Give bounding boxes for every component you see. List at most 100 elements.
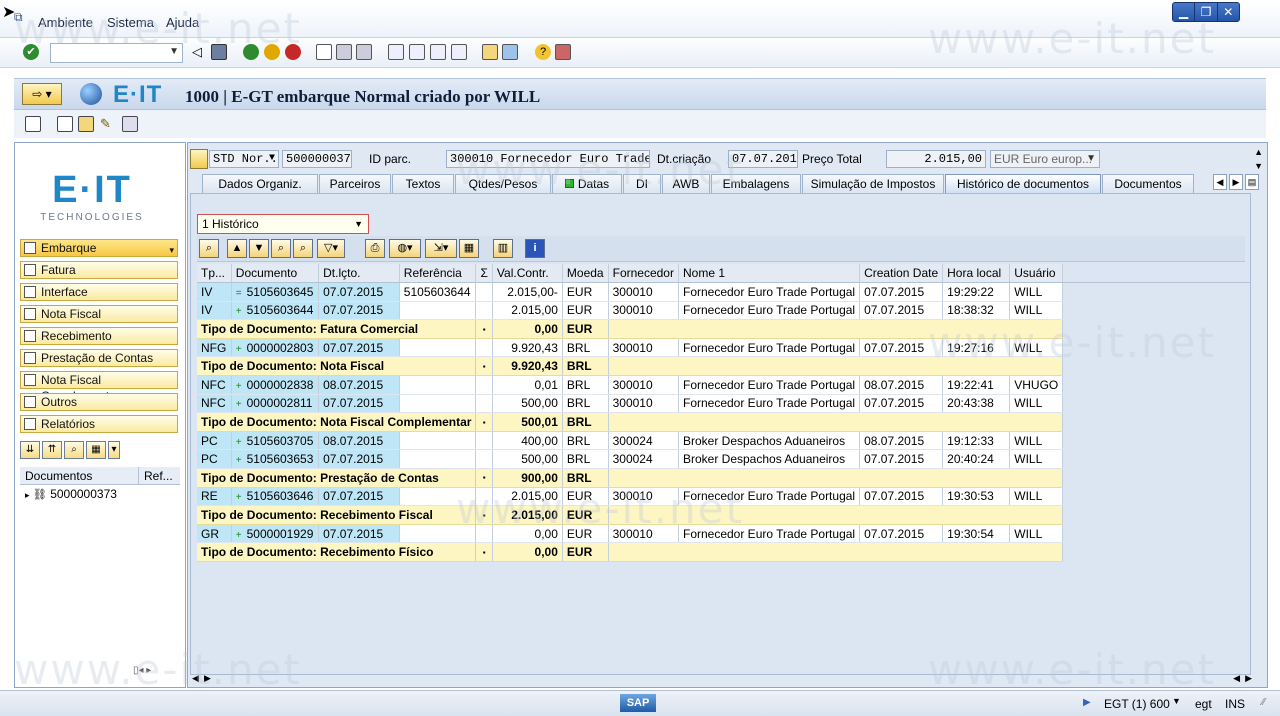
cell-documento[interactable]: +5105603653 [231,449,320,470]
cell-documento[interactable]: = 5105603645 [231,282,320,302]
cell-fornecedor[interactable]: 300024 [608,449,679,470]
save-icon[interactable] [211,44,227,60]
cell-usuario[interactable]: WILL [1009,431,1064,451]
scroll-left-icon[interactable]: ◀ [192,673,199,684]
new-document-icon[interactable] [57,116,73,132]
tab-documentos[interactable]: Documentos [1102,174,1194,193]
find-icon[interactable] [336,44,352,60]
document-number-field[interactable]: 5000000373 [282,150,352,168]
cell-usuario[interactable]: WILL [1009,449,1064,470]
nav-nota-fiscal-complementar[interactable]: Nota Fiscal Complementar [20,371,178,403]
preco-total-field[interactable]: 2.015,00 [886,150,986,168]
cell-val-contr[interactable]: 0,00 [492,524,563,544]
new-session-icon[interactable] [482,44,498,60]
tab-textos[interactable]: Textos [392,174,454,193]
col-usuario[interactable]: Usuário [1009,264,1064,284]
col-hora-local[interactable]: Hora local [942,264,1011,284]
layout-icon[interactable]: ▦ [459,239,479,258]
chevron-down-icon[interactable]: ▼ [1172,696,1181,706]
cell-referencia[interactable] [399,431,477,451]
subtotal-row[interactable]: Tipo de Documento: Recebimento Fiscal ▪ 2.… [197,505,1250,525]
cell-usuario[interactable]: WILL [1009,487,1064,507]
tab-dados-organiz[interactable]: Dados Organiz. [202,174,318,193]
cell-nome-1[interactable]: Broker Despachos Aduaneiros [678,449,861,470]
table-row[interactable]: NFC +0000002838 08.07.2015 0,01 BRL 300010 For… [197,375,1250,395]
tree-hscroll[interactable]: ▯◂ ▸ [133,665,179,679]
back-icon[interactable] [243,44,259,60]
subtotal-row[interactable]: Tipo de Documento: Prestação de Contas ▪ 9… [197,468,1250,488]
table-row[interactable]: GR +5000001929 07.07.2015 0,00 EUR 300010 Forn… [197,524,1250,544]
find-next-icon[interactable]: ⌕ [293,239,313,258]
col-documento[interactable]: Documento [231,264,320,284]
cell-hora-local[interactable]: 19:30:53 [942,487,1011,507]
cell-tp[interactable]: NFG [197,338,232,358]
nav-nota-fiscal[interactable]: Nota Fiscal [20,305,178,323]
subtotal-row[interactable]: Tipo de Documento: Nota Fiscal Complemen… [197,412,1250,432]
cell-creation-date[interactable]: 08.07.2015 [859,431,944,451]
cell-creation-date[interactable]: 07.07.2015 [859,487,944,507]
nav-fatura[interactable]: Fatura [20,261,178,279]
prev-page-icon[interactable] [409,44,425,60]
cell-nome-1[interactable]: Fornecedor Euro Trade Portugal [678,375,861,395]
restore-icon[interactable]: ❐ [1195,3,1218,21]
enter-check-icon[interactable]: ✔ [23,44,39,60]
cell-hora-local[interactable]: 19:29:22 [942,282,1011,302]
cell-creation-date[interactable]: 07.07.2015 [859,524,944,544]
scroll-right-icon[interactable]: ▶ [204,673,211,684]
menu-toggle-button[interactable]: ⇨ ▾ [22,83,62,105]
cell-val-contr[interactable]: 2.015,00 [492,301,563,321]
col-val-contr[interactable]: Val.Contr. [492,264,563,284]
cell-documento[interactable]: +0000002811 [231,394,320,414]
cell-hora-local[interactable]: 18:38:32 [942,301,1011,321]
col-moeda[interactable]: Moeda [562,264,609,284]
window-menu-icon[interactable]: ⧉ [14,10,23,25]
col-dt-lcto[interactable]: Dt.lçto. [318,264,400,284]
system-info[interactable]: EGT (1) 600 [1104,697,1170,711]
cell-documento[interactable]: +0000002838 [231,375,320,395]
cell-val-contr[interactable]: 0,01 [492,375,563,395]
filter-icon[interactable]: ▽▾ [317,239,345,258]
cell-referencia[interactable] [399,375,477,395]
cancel-icon[interactable] [285,44,301,60]
cell-fornecedor[interactable]: 300010 [608,282,679,302]
cell-fornecedor[interactable]: 300010 [608,301,679,321]
cell-fornecedor[interactable]: 300010 [608,394,679,414]
horizontal-scrollbar[interactable]: ◀ ▶ ◀ ▶ [190,673,1252,685]
chevron-down-icon[interactable]: ▾ [108,441,120,459]
cell-dt-lcto[interactable]: 07.07.2015 [318,487,400,507]
subtotal-value[interactable]: 0,00 [492,542,563,562]
scroll-down-icon[interactable]: ▼ [1254,161,1263,171]
col-fornecedor[interactable]: Fornecedor [608,264,679,284]
details-icon[interactable]: ⌕ [199,239,219,258]
print-icon[interactable] [316,44,332,60]
tab-historico-documentos[interactable]: Histórico de documentos [945,174,1101,193]
col-nome-1[interactable]: Nome 1 [678,264,861,284]
cell-hora-local[interactable]: 20:43:38 [942,394,1011,414]
cell-hora-local[interactable]: 19:27:16 [942,338,1011,358]
export-icon[interactable]: ⇲▾ [425,239,457,258]
cell-moeda[interactable]: EUR [562,487,609,507]
find-icon[interactable]: ⌕ [64,441,84,459]
cell-creation-date[interactable]: 07.07.2015 [859,449,944,470]
menu-ambiente[interactable]: Ambiente [38,15,93,30]
col-tp[interactable]: Tp... [197,264,232,284]
cell-usuario[interactable]: VHUGO [1009,375,1064,395]
nav-recebimento[interactable]: Recebimento [20,327,178,345]
print-icon[interactable]: ⎙ [365,239,385,258]
cell-usuario[interactable]: WILL [1009,338,1064,358]
cell-documento[interactable]: +5105603644 [231,301,320,321]
nav-interface[interactable]: Interface [20,283,178,301]
table-row[interactable]: PC +5105603653 07.07.2015 500,00 BRL 300024 Br… [197,449,1250,470]
cell-val-contr[interactable]: 400,00 [492,431,563,451]
col-referencia[interactable]: Referência [399,264,477,284]
subtotal-label[interactable]: Tipo de Documento: Prestação de Contas [197,468,477,488]
insert-mode[interactable]: INS [1225,697,1245,711]
cell-nome-1[interactable]: Fornecedor Euro Trade Portugal [678,487,861,507]
cell-val-contr[interactable]: 2.015,00- [492,282,563,302]
cell-referencia[interactable] [399,487,477,507]
subtotal-value[interactable]: 9.920,43 [492,356,563,377]
cell-tp[interactable]: PC [197,431,232,451]
cell-documento[interactable]: +5105603705 [231,431,320,451]
dtcriacao-field[interactable]: 07.07.2015 [728,150,798,168]
command-field[interactable]: ▼ [50,43,183,63]
